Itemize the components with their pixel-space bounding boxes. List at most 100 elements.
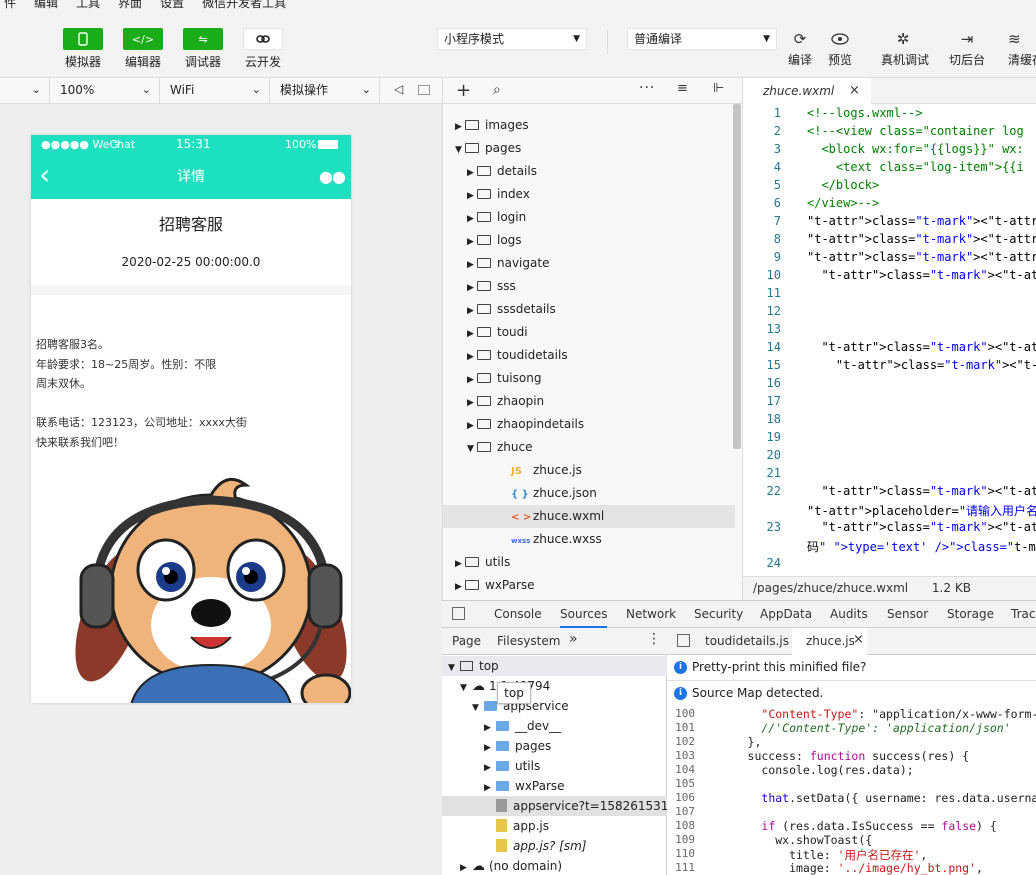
caret-right-icon[interactable]: ▶: [467, 208, 477, 231]
caret-right-icon[interactable]: ▶: [467, 323, 477, 346]
caret-right-icon[interactable]: ▶: [467, 415, 477, 438]
caret-right-icon[interactable]: ▶: [467, 277, 477, 300]
compile-select[interactable]: 普通编译 ▼: [627, 28, 777, 50]
more-icon[interactable]: ···: [639, 80, 655, 96]
close-icon[interactable]: ×: [849, 78, 860, 104]
search-icon[interactable]: ⌕: [493, 82, 501, 98]
folder-item[interactable]: ▶ index: [443, 183, 735, 206]
menu-item-view[interactable]: 界面: [118, 0, 142, 10]
caret-down-icon[interactable]: ▼: [448, 658, 460, 678]
caret-right-icon[interactable]: ▶: [467, 231, 477, 254]
menu-item-settings[interactable]: 设置: [160, 0, 184, 10]
debugger-toggle[interactable]: ⇋ 调试器: [183, 28, 223, 70]
clear-cache-button[interactable]: ≋ 清缓存: [1000, 28, 1036, 68]
sources-tree-item[interactable]: ▼ appservice: [442, 696, 667, 716]
file-item[interactable]: < > zhuce.wxml: [443, 505, 735, 528]
tab-network[interactable]: Network: [626, 601, 676, 628]
tab-appdata[interactable]: AppData: [760, 601, 812, 628]
editor-toggle[interactable]: </> 编辑器: [123, 28, 163, 70]
zoom-select[interactable]: 100% ⌄: [54, 78, 160, 104]
more-tabs-icon[interactable]: »: [569, 631, 578, 647]
menu-item-devtools[interactable]: 微信开发者工具: [202, 0, 286, 10]
caret-down-icon[interactable]: ▼: [472, 698, 484, 718]
folder-item[interactable]: ▶ images: [443, 114, 735, 137]
caret-right-icon[interactable]: ▶: [467, 162, 477, 185]
caret-right-icon[interactable]: ▶: [467, 254, 477, 277]
folder-item[interactable]: ▶ toudi: [443, 321, 735, 344]
folder-item[interactable]: ▼ zhuce: [443, 436, 735, 459]
file-tree-scrollbar[interactable]: [733, 104, 741, 449]
editor-tab-zhuce-wxml[interactable]: zhuce.wxml ×: [743, 78, 871, 104]
background-button[interactable]: ⇥ 切后台: [945, 28, 989, 68]
split-panel-icon[interactable]: ⊩: [713, 81, 724, 96]
sources-tree-item[interactable]: appservice?t=158261531223: [442, 796, 691, 816]
folder-item[interactable]: ▶ sssdetails: [443, 298, 735, 321]
close-icon[interactable]: ×: [853, 632, 864, 647]
file-item[interactable]: JS zhuce.js: [443, 459, 735, 482]
caret-right-icon[interactable]: ▶: [484, 778, 496, 798]
device-select[interactable]: ⌄: [0, 78, 50, 104]
caret-right-icon[interactable]: ▶: [460, 858, 472, 875]
menu-item-edit[interactable]: 编辑: [34, 0, 58, 10]
file-item[interactable]: { } zhuce.json: [443, 482, 735, 505]
file-tab-zhuce-js[interactable]: zhuce.js: [806, 634, 855, 648]
caret-right-icon[interactable]: ▶: [455, 553, 465, 576]
caret-right-icon[interactable]: ▶: [455, 116, 465, 139]
folder-item[interactable]: ▶ zhaopin: [443, 390, 735, 413]
simulator-toggle[interactable]: 模拟器: [63, 28, 103, 70]
folder-item[interactable]: ▶ navigate: [443, 252, 735, 275]
sources-tree-item[interactable]: ▶ __dev__: [442, 716, 667, 736]
caret-right-icon[interactable]: ▶: [484, 718, 496, 738]
caret-down-icon[interactable]: ▼: [460, 678, 472, 698]
sources-tree-item[interactable]: ▶ wxParse: [442, 776, 667, 796]
file-item[interactable]: wxss zhuce.wxss: [443, 528, 735, 551]
folder-item[interactable]: ▶ details: [443, 160, 735, 183]
folder-item[interactable]: ▶ utils: [443, 551, 735, 574]
tab-console[interactable]: Console: [494, 601, 542, 628]
sources-code-view[interactable]: 100 "Content-Type": "application/x-www-f…: [667, 706, 1036, 875]
preview-button[interactable]: 预览: [818, 28, 862, 68]
compile-button[interactable]: ⟳ 编译: [778, 28, 822, 68]
menu-item-file[interactable]: 件: [4, 0, 16, 10]
code-editor[interactable]: 1 <!--logs.wxml--> 2 <!--<view class="conta…: [742, 104, 1036, 576]
folder-item[interactable]: ▶ login: [443, 206, 735, 229]
operation-select[interactable]: 模拟操作 ⌄: [274, 78, 380, 104]
menu-item-tools[interactable]: 工具: [76, 0, 100, 10]
popout-icon[interactable]: [418, 85, 430, 95]
network-select[interactable]: WiFi ⌄: [164, 78, 270, 104]
tab-sources[interactable]: Sources: [560, 601, 608, 628]
caret-right-icon[interactable]: ▶: [467, 392, 477, 415]
sources-tree-item[interactable]: ▼☁1 1:49794: [442, 676, 667, 696]
speaker-icon[interactable]: ◁: [394, 82, 403, 96]
sources-tree-item[interactable]: app.js: [442, 816, 667, 836]
sources-tree-item[interactable]: app.js? [sm]: [442, 836, 667, 856]
collapse-icon[interactable]: ≡: [677, 81, 688, 96]
folder-item[interactable]: ▶ logs: [443, 229, 735, 252]
folder-item[interactable]: ▶ zhaopindetails: [443, 413, 735, 436]
caret-down-icon[interactable]: ▼: [455, 139, 465, 162]
caret-right-icon[interactable]: ▶: [467, 369, 477, 392]
folder-item[interactable]: ▶ wxParse: [443, 574, 735, 597]
caret-right-icon[interactable]: ▶: [467, 185, 477, 208]
sources-tree-item[interactable]: ▶ pages: [442, 736, 667, 756]
tab-security[interactable]: Security: [694, 601, 743, 628]
caret-down-icon[interactable]: ▼: [467, 438, 477, 461]
folder-item[interactable]: ▶ toudidetails: [443, 344, 735, 367]
cloud-dev-button[interactable]: 云开发: [243, 28, 283, 70]
caret-right-icon[interactable]: ▶: [455, 576, 465, 599]
tab-sensor[interactable]: Sensor: [887, 601, 928, 628]
sources-tree-item[interactable]: ▶ ☁ (no domain): [442, 856, 667, 875]
folder-item[interactable]: ▶ sss: [443, 275, 735, 298]
sources-tree-item[interactable]: ▼ top: [442, 656, 667, 676]
caret-right-icon[interactable]: ▶: [484, 758, 496, 778]
file-tab-toudidetails[interactable]: toudidetails.js: [705, 634, 789, 648]
phone-simulator[interactable]: ●●●●● WeChat ᯤ 15:31 100% ‹ 详情 ●● 招聘客服 2…: [31, 135, 351, 703]
tab-filesystem[interactable]: Filesystem: [497, 634, 560, 648]
tab-audits[interactable]: Audits: [830, 601, 868, 628]
folder-item[interactable]: ▼ pages: [443, 137, 735, 160]
toggle-navigator-icon[interactable]: [677, 634, 690, 647]
kebab-menu-icon[interactable]: ⋮: [647, 631, 661, 647]
caret-right-icon[interactable]: ▶: [467, 346, 477, 369]
add-icon[interactable]: +: [456, 80, 471, 101]
remote-debug-button[interactable]: ✲ 真机调试: [881, 28, 929, 68]
